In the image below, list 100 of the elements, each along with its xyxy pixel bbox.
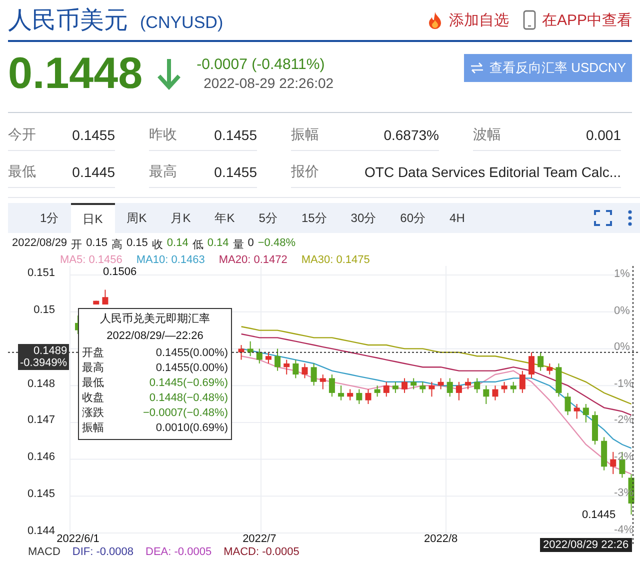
tooltip-value: 0.0010(0.69%) <box>156 421 228 436</box>
candlestick <box>501 381 508 394</box>
candlestick <box>528 352 534 379</box>
tooltip-label: 收盘 <box>82 391 104 406</box>
candlestick <box>292 359 299 379</box>
stat-label: 波幅 <box>473 126 501 144</box>
candlestick <box>492 385 498 401</box>
stat-label: 振幅 <box>291 126 319 144</box>
action-link[interactable]: 添加自选 <box>426 10 509 30</box>
candlestick <box>592 410 598 446</box>
candlestick <box>420 381 426 394</box>
candlestick <box>574 404 580 420</box>
tooltip-label: 最高 <box>82 361 104 376</box>
more-icon[interactable] <box>628 209 632 227</box>
axis-tick-label: 0.15 <box>32 304 55 316</box>
candlestick <box>474 378 480 394</box>
candlestick <box>302 362 308 379</box>
candlestick <box>284 359 290 376</box>
candlestick <box>356 388 362 404</box>
candlestick <box>338 385 344 401</box>
stat-label: 最高 <box>149 162 177 180</box>
period-tab[interactable]: 4H <box>438 203 477 233</box>
tooltip-label: 开盘 <box>82 346 104 361</box>
tooltip-value: −0.0007(−0.48%) <box>142 406 228 421</box>
info-label: 量 <box>232 238 244 252</box>
info-value: −0.48% <box>258 237 296 251</box>
candlestick <box>238 344 244 360</box>
candlestick <box>538 352 544 372</box>
macd-value: MACD: -0.0005 <box>224 546 300 558</box>
info-label: 收 <box>152 238 163 252</box>
info-value: 0 <box>248 237 254 251</box>
candlestick <box>564 392 571 416</box>
candlestick <box>446 378 453 398</box>
axis-tick-label: 0.146 <box>26 451 55 464</box>
candlestick <box>383 381 390 398</box>
axis-tick-label: 0% <box>614 304 630 316</box>
candlestick <box>265 352 272 364</box>
symbol-code: (CNYUSD) <box>140 13 224 33</box>
candlestick <box>410 378 417 390</box>
period-tab[interactable]: 60分 <box>388 203 438 233</box>
candlestick <box>483 385 490 404</box>
price-value: 0.1448 <box>8 49 143 99</box>
period-tab[interactable]: 月K <box>158 203 203 233</box>
axis-tick-label: 0.148 <box>26 378 55 390</box>
stat-value: OTC Data Services Editorial Team Calc... <box>364 164 621 180</box>
swap-arrows-icon <box>470 62 484 74</box>
period-tab[interactable]: 日K <box>70 203 115 233</box>
peak-price-label: 0.1506 <box>103 266 137 278</box>
tooltip-value: 0.1448(−0.48%) <box>149 391 228 406</box>
axis-tick-label: 0.151 <box>26 267 55 279</box>
ma-legend: MA5: 0.1456 <box>60 254 122 266</box>
fullscreen-icon[interactable] <box>594 210 612 226</box>
period-tab[interactable]: 5分 <box>246 203 290 233</box>
page-title: 人民币美元 <box>8 6 128 36</box>
tooltip-value: 0.1445(−0.69%) <box>149 376 228 391</box>
tooltip-label: 最低 <box>82 376 104 391</box>
axis-tick-label: -2% <box>614 414 634 426</box>
price-change: -0.0007 (-0.4811%) <box>196 55 326 74</box>
axis-date-label: 2022/6/1 <box>56 533 100 545</box>
candlestick <box>320 374 326 390</box>
tooltip-value: 0.1455(0.00%) <box>156 346 228 361</box>
axis-tick-label: 0.147 <box>26 414 55 426</box>
ma-legend: MA10: 0.1463 <box>136 254 205 266</box>
info-value: 0.15 <box>86 237 108 251</box>
axis-tick-label: 0% <box>614 341 630 353</box>
macd-label: MACD <box>28 546 60 558</box>
axis-date-label: 2022/7 <box>242 533 276 545</box>
axis-tick-label: -4% <box>614 524 634 536</box>
period-tab[interactable]: 15分 <box>289 203 339 233</box>
candlestick <box>256 348 262 364</box>
candlestick <box>610 451 616 475</box>
info-value: 0.14 <box>166 237 188 251</box>
axis-date-label: 2022/8 <box>424 533 458 545</box>
candlestick <box>392 381 398 394</box>
axis-tick-label: 1% <box>614 268 630 280</box>
period-tab[interactable]: 1分 <box>28 203 71 233</box>
stat-label: 报价 <box>291 162 319 180</box>
candle-date: 2022/08/29 <box>12 237 68 251</box>
last-price-label: 0.1445 <box>582 509 616 521</box>
tooltip-label: 振幅 <box>82 421 104 436</box>
period-tab[interactable]: 30分 <box>338 203 388 233</box>
axis-tick-label: -1% <box>614 378 634 390</box>
stat-value: 0.1455 <box>214 164 257 180</box>
ma-legend: MA30: 0.1475 <box>301 254 370 266</box>
candlestick <box>310 362 317 386</box>
macd-value: DEA: -0.0005 <box>146 546 212 558</box>
tooltip-value: 0.1455(0.00%) <box>156 361 228 376</box>
ma-legend: MA20: 0.1472 <box>218 254 288 266</box>
action-link[interactable]: 在APP中查看 <box>522 10 632 30</box>
period-tab[interactable]: 年K <box>202 203 247 233</box>
stat-label: 最低 <box>8 162 36 180</box>
candlestick <box>374 385 380 398</box>
crosshair-percent-label: -0.3949% <box>20 357 68 369</box>
axis-tick-label: 0.144 <box>26 525 55 537</box>
candlestick <box>402 378 408 394</box>
candlestick <box>601 436 608 471</box>
candlestick <box>465 378 471 390</box>
period-tab[interactable]: 周K <box>114 203 159 233</box>
crosshair-price-label: 0.1489 <box>33 345 68 357</box>
candlestick <box>438 378 444 390</box>
